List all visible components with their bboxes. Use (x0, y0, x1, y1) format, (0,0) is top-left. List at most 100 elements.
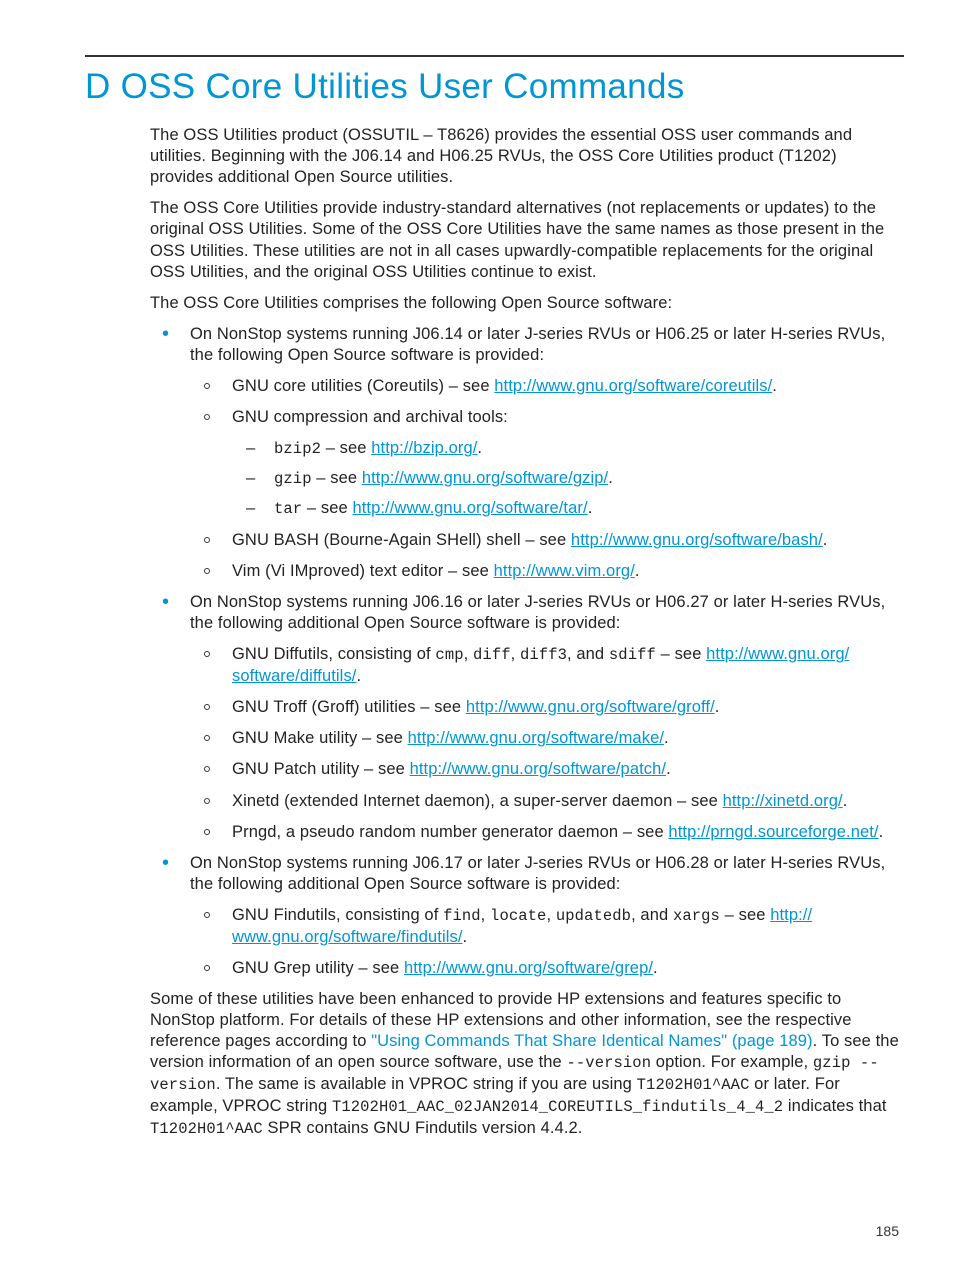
cross-reference[interactable]: "Using Commands That Share Identical Nam… (371, 1032, 812, 1050)
list-item: GNU Findutils, consisting of find, locat… (190, 905, 904, 948)
text: GNU compression and archival tools: (232, 408, 508, 426)
text: Prngd, a pseudo random number generator … (232, 823, 668, 841)
list-item: GNU Make utility – see http://www.gnu.or… (190, 728, 904, 749)
code: T1202H01_AAC_02JAN2014_COREUTILS_finduti… (332, 1098, 783, 1116)
text: indicates that (783, 1097, 886, 1115)
text: . (635, 562, 640, 580)
bash-link[interactable]: http://www.gnu.org/software/bash/ (571, 531, 823, 549)
text: GNU Patch utility – see (232, 760, 410, 778)
text: . (843, 792, 848, 810)
list-item: GNU Diffutils, consisting of cmp, diff, … (190, 644, 904, 687)
patch-link[interactable]: http://www.gnu.org/software/patch/ (410, 760, 667, 778)
grep-link[interactable]: http://www.gnu.org/software/grep/ (404, 959, 653, 977)
make-link[interactable]: http://www.gnu.org/software/make/ (408, 729, 664, 747)
list-item: Xinetd (extended Internet daemon), a sup… (190, 791, 904, 812)
list-item: GNU Grep utility – see http://www.gnu.or… (190, 958, 904, 979)
code: T1202H01^AAC (637, 1076, 750, 1094)
text: . (588, 499, 593, 517)
sub-list: GNU Diffutils, consisting of cmp, diff, … (190, 644, 904, 842)
code: updatedb (556, 907, 631, 925)
coreutils-link[interactable]: http://www.gnu.org/software/coreutils/ (494, 377, 772, 395)
text: , (511, 645, 520, 663)
bzip2-link[interactable]: http://bzip.org/ (371, 439, 477, 457)
list-item: On NonStop systems running J06.16 or lat… (150, 592, 904, 843)
tar-link[interactable]: http://www.gnu.org/software/tar/ (352, 499, 587, 517)
body-content: The OSS Utilities product (OSSUTIL – T86… (150, 125, 904, 1140)
text: , (546, 906, 555, 924)
sub-list: GNU Findutils, consisting of find, locat… (190, 905, 904, 979)
list-item: GNU core utilities (Coreutils) – see htt… (190, 376, 904, 397)
prngd-link[interactable]: http://prngd.sourceforge.net/ (668, 823, 878, 841)
code: gzip (274, 470, 312, 488)
list-item: On NonStop systems running J06.14 or lat… (150, 324, 904, 582)
code: find (443, 907, 481, 925)
groff-link[interactable]: http://www.gnu.org/software/groff/ (466, 698, 715, 716)
list-item: gzip – see http://www.gnu.org/software/g… (232, 468, 904, 490)
list-item: GNU BASH (Bourne-Again SHell) shell – se… (190, 530, 904, 551)
sub-list: GNU core utilities (Coreutils) – see htt… (190, 376, 904, 582)
text: GNU Make utility – see (232, 729, 408, 747)
text: GNU core utilities (Coreutils) – see (232, 377, 494, 395)
text: GNU Diffutils, consisting of (232, 645, 435, 663)
intro-paragraph-1: The OSS Utilities product (OSSUTIL – T86… (150, 125, 904, 188)
xinetd-link[interactable]: http://xinetd.org/ (723, 792, 843, 810)
code: --version (567, 1054, 652, 1072)
code: diff (473, 646, 511, 664)
list-item: GNU compression and archival tools: bzip… (190, 407, 904, 520)
list-item: GNU Patch utility – see http://www.gnu.o… (190, 759, 904, 780)
text: . (772, 377, 777, 395)
intro-paragraph-3: The OSS Core Utilities comprises the fol… (150, 293, 904, 314)
text: . (879, 823, 884, 841)
list-lead: On NonStop systems running J06.14 or lat… (190, 325, 885, 364)
text: , (464, 645, 473, 663)
text: option. For example, (651, 1053, 813, 1071)
text: . (356, 667, 361, 685)
list-lead: On NonStop systems running J06.17 or lat… (190, 854, 885, 893)
text: . (823, 531, 828, 549)
code: diff3 (520, 646, 567, 664)
text: – see (656, 645, 706, 663)
text: – see (302, 499, 352, 517)
text: – see (720, 906, 770, 924)
document-page: D OSS Core Utilities User Commands The O… (0, 0, 954, 1271)
list-item: Vim (Vi IMproved) text editor – see http… (190, 561, 904, 582)
page-title: D OSS Core Utilities User Commands (85, 67, 904, 107)
text: SPR contains GNU Findutils version 4.4.2… (263, 1119, 583, 1137)
closing-paragraph: Some of these utilities have been enhanc… (150, 989, 904, 1140)
text: . (477, 439, 482, 457)
sub-sub-list: bzip2 – see http://bzip.org/. gzip – see… (232, 438, 904, 519)
text: . (608, 469, 613, 487)
text: GNU Troff (Groff) utilities – see (232, 698, 466, 716)
code: bzip2 (274, 440, 321, 458)
text: . (664, 729, 669, 747)
text: – see (312, 469, 362, 487)
gzip-link[interactable]: http://www.gnu.org/software/gzip/ (362, 469, 608, 487)
text: , and (631, 906, 673, 924)
text: . (715, 698, 720, 716)
text: . (653, 959, 658, 977)
vim-link[interactable]: http://www.vim.org/ (494, 562, 635, 580)
page-number: 185 (876, 1223, 899, 1239)
list-item: Prngd, a pseudo random number generator … (190, 822, 904, 843)
text: – see (321, 439, 371, 457)
text: , (481, 906, 490, 924)
intro-paragraph-2: The OSS Core Utilities provide industry-… (150, 198, 904, 282)
code: tar (274, 500, 302, 518)
text: Xinetd (extended Internet daemon), a sup… (232, 792, 723, 810)
list-item: On NonStop systems running J06.17 or lat… (150, 853, 904, 979)
code: cmp (435, 646, 463, 664)
text: . The same is available in VPROC string … (216, 1075, 637, 1093)
top-list: On NonStop systems running J06.14 or lat… (150, 324, 904, 979)
text: GNU Grep utility – see (232, 959, 404, 977)
list-item: GNU Troff (Groff) utilities – see http:/… (190, 697, 904, 718)
text: GNU Findutils, consisting of (232, 906, 443, 924)
text: . (463, 928, 468, 946)
text: . (666, 760, 671, 778)
top-rule (85, 55, 904, 57)
list-item: bzip2 – see http://bzip.org/. (232, 438, 904, 460)
text: GNU BASH (Bourne-Again SHell) shell – se… (232, 531, 571, 549)
code: T1202H01^AAC (150, 1120, 263, 1138)
list-lead: On NonStop systems running J06.16 or lat… (190, 593, 885, 632)
code: xargs (673, 907, 720, 925)
list-item: tar – see http://www.gnu.org/software/ta… (232, 498, 904, 520)
